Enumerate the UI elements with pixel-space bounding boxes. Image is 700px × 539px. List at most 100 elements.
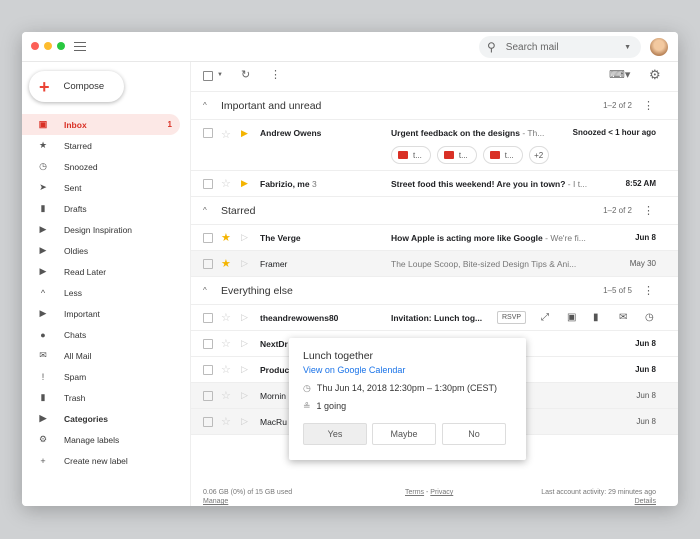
attachment-chip[interactable]: t...	[391, 146, 431, 164]
sidebar-item-create-new-label[interactable]: + Create new label	[22, 450, 190, 471]
important-icon[interactable]: ▷	[241, 232, 248, 243]
search-input[interactable]: ⚲ Search mail ▼	[479, 36, 641, 58]
star-icon[interactable]: ☆	[221, 363, 231, 376]
privacy-link[interactable]: Privacy	[430, 489, 453, 496]
yes-button[interactable]: Yes	[303, 423, 367, 445]
sidebar-item-design-inspiration[interactable]: ▶ Design Inspiration	[22, 219, 190, 240]
email-row[interactable]: ★ ▷ Framer The Loupe Scoop, Bite-sized D…	[191, 251, 678, 277]
row-checkbox[interactable]	[203, 364, 213, 375]
star-icon[interactable]: ☆	[221, 389, 231, 402]
star-icon[interactable]: ☆	[221, 177, 231, 190]
no-button[interactable]: No	[442, 423, 506, 445]
important-icon[interactable]: ▶	[241, 128, 248, 139]
refresh-icon[interactable]: ↻	[241, 68, 250, 81]
mark-read-icon[interactable]: ✉	[619, 312, 627, 323]
minimize-window-button[interactable]	[44, 42, 52, 50]
chevron-down-icon[interactable]: ▼	[217, 72, 223, 78]
sender: Andrew Owens	[260, 128, 322, 138]
star-icon[interactable]: ☆	[221, 311, 231, 324]
section-header[interactable]: ^ Everything else 1–5 of 5 ⋮	[191, 277, 678, 305]
more-attachments[interactable]: +2	[528, 146, 549, 164]
sender: Produc	[260, 364, 290, 375]
attachment-chip[interactable]: t...	[436, 146, 477, 164]
rsvp-button[interactable]: RSVP	[497, 311, 527, 324]
star-icon[interactable]: ☆	[221, 128, 231, 141]
sidebar-item-categories[interactable]: ▶ Categories	[22, 408, 190, 429]
sidebar-item-spam[interactable]: ! Spam	[22, 366, 190, 387]
section-range: 1–2 of 2	[603, 101, 632, 110]
section-header[interactable]: ^ Starred 1–2 of 2 ⋮	[191, 197, 678, 225]
section-header[interactable]: ^ Important and unread 1–2 of 2 ⋮	[191, 92, 678, 120]
maybe-button[interactable]: Maybe	[372, 423, 436, 445]
star-icon[interactable]: ★	[221, 231, 231, 244]
search-options-icon[interactable]: ▼	[624, 44, 631, 51]
email-row[interactable]: ★ ▷ The Verge How Apple is acting more l…	[191, 225, 678, 251]
email-row[interactable]: ☆ ▶ Fabrizio, me 3 Street food this week…	[191, 171, 678, 197]
important-icon[interactable]: ▷	[241, 312, 248, 323]
sidebar-item-manage-labels[interactable]: ⚙ Manage labels	[22, 429, 190, 450]
avatar[interactable]	[650, 38, 668, 56]
star-icon[interactable]: ★	[221, 257, 231, 270]
sidebar-item-label: Chats	[64, 329, 87, 340]
email-row[interactable]: ☆ ▷ theandrewowens80 Invitation: Lunch t…	[191, 305, 678, 331]
attendee-count: 1 going	[316, 401, 347, 411]
calendar-link[interactable]: View on Google Calendar	[303, 365, 512, 375]
sidebar-item-all-mail[interactable]: ✉ All Mail	[22, 345, 190, 366]
important-icon[interactable]: ▷	[241, 416, 248, 427]
more-icon[interactable]: ⋮	[643, 204, 654, 217]
sidebar-item-less[interactable]: ^ Less	[22, 282, 190, 303]
important-icon[interactable]: ▷	[241, 390, 248, 401]
keyboard-icon[interactable]: ⌨▾	[609, 68, 630, 81]
row-checkbox[interactable]	[203, 338, 213, 349]
row-checkbox[interactable]	[203, 178, 213, 189]
more-icon[interactable]: ⋮	[270, 68, 281, 81]
chat-icon: ●	[40, 329, 46, 340]
trash-icon[interactable]: ▮	[593, 312, 599, 323]
sidebar-item-inbox[interactable]: ▣ Inbox 1	[22, 114, 180, 135]
important-icon[interactable]: ▷	[241, 258, 248, 269]
sidebar-item-label: Starred	[64, 140, 92, 151]
important-icon[interactable]: ▷	[241, 364, 248, 375]
sidebar-item-oldies[interactable]: ▶ Oldies	[22, 240, 190, 261]
chevron-up-icon[interactable]: ^	[203, 286, 221, 295]
chevron-up-icon[interactable]: ^	[203, 206, 221, 215]
attachment-chip[interactable]: t...	[482, 146, 523, 164]
image-icon	[443, 151, 454, 159]
archive-icon[interactable]: ▣	[567, 312, 576, 323]
sidebar-item-chats[interactable]: ● Chats	[22, 324, 190, 345]
sidebar-item-important[interactable]: ▶ Important	[22, 303, 190, 324]
date: Jun 8	[635, 365, 656, 374]
sidebar-item-read-later[interactable]: ▶ Read Later	[22, 261, 190, 282]
menu-icon[interactable]	[74, 42, 86, 51]
expand-icon[interactable]: ⤢	[541, 312, 549, 323]
date: 8:52 AM	[625, 179, 656, 188]
row-checkbox[interactable]	[203, 258, 213, 269]
manage-link[interactable]: Manage	[203, 498, 228, 505]
sidebar-item-trash[interactable]: ▮ Trash	[22, 387, 190, 408]
terms-link[interactable]: Terms	[405, 489, 424, 496]
important-icon[interactable]: ▶	[241, 178, 248, 189]
select-all-checkbox[interactable]	[203, 71, 213, 81]
star-icon[interactable]: ☆	[221, 415, 231, 428]
maximize-window-button[interactable]	[57, 42, 65, 50]
sidebar-item-sent[interactable]: ➤ Sent	[22, 177, 190, 198]
details-link[interactable]: Details	[635, 498, 656, 505]
snooze-icon[interactable]: ◷	[645, 312, 654, 323]
email-row[interactable]: ☆ ▶ Andrew Owens Urgent feedback on the …	[191, 120, 678, 171]
more-icon[interactable]: ⋮	[643, 284, 654, 297]
row-checkbox[interactable]	[203, 390, 213, 401]
sidebar-item-drafts[interactable]: ▮ Drafts	[22, 198, 190, 219]
more-icon[interactable]: ⋮	[643, 99, 654, 112]
compose-button[interactable]: + Compose	[29, 71, 124, 102]
star-icon[interactable]: ☆	[221, 337, 231, 350]
sidebar-item-snoozed[interactable]: ◷ Snoozed	[22, 156, 190, 177]
row-checkbox[interactable]	[203, 416, 213, 427]
close-window-button[interactable]	[31, 42, 39, 50]
row-checkbox[interactable]	[203, 128, 213, 138]
important-icon[interactable]: ▷	[241, 338, 248, 349]
gear-icon[interactable]: ⚙	[649, 67, 661, 83]
sidebar-item-starred[interactable]: ★ Starred	[22, 135, 190, 156]
chevron-up-icon[interactable]: ^	[203, 101, 221, 110]
row-checkbox[interactable]	[203, 232, 213, 243]
row-checkbox[interactable]	[203, 312, 213, 323]
